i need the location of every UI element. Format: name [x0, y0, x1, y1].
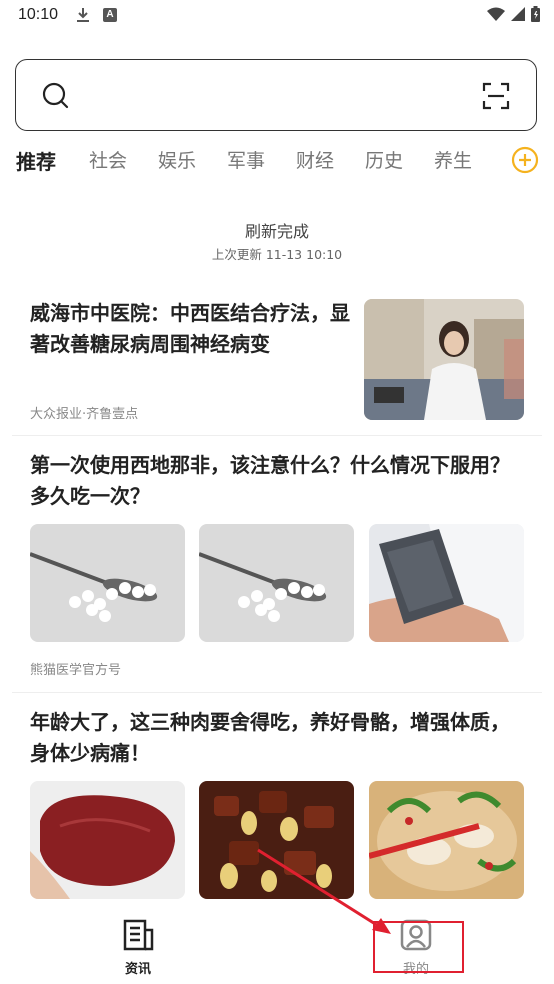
download-icon — [77, 8, 89, 22]
add-channel-icon[interactable] — [511, 146, 539, 174]
pills-spoon-image — [199, 524, 354, 642]
blood-pressure-image — [369, 524, 524, 642]
tab-history[interactable]: 历史 — [365, 146, 403, 173]
article-image[interactable] — [369, 524, 524, 642]
tab-recommend[interactable]: 推荐 — [16, 146, 56, 175]
article-thumbnail[interactable] — [364, 299, 524, 420]
nav-news[interactable]: 资讯 — [98, 918, 178, 977]
article-image[interactable] — [30, 781, 185, 899]
fish-dish-image — [369, 781, 524, 899]
divider — [12, 435, 542, 436]
tab-society[interactable]: 社会 — [89, 146, 127, 173]
article-source: 熊猫医学官方号 — [30, 663, 122, 678]
annotation-highlight-box — [373, 921, 464, 973]
tab-entertainment[interactable]: 娱乐 — [158, 146, 196, 173]
doctor-photo — [364, 299, 524, 420]
braised-meat-image — [199, 781, 354, 899]
status-bar: 10:10 A — [0, 0, 554, 32]
last-update-text: 上次更新 11-13 10:10 — [211, 247, 343, 262]
status-time: 10:10 — [18, 6, 59, 23]
article-source: 大众报业·齐鲁壹点 — [30, 407, 139, 422]
tab-military[interactable]: 军事 — [227, 146, 265, 173]
scan-icon[interactable] — [482, 82, 510, 110]
divider — [12, 692, 542, 693]
news-icon — [123, 919, 154, 951]
wifi-icon — [487, 7, 505, 21]
article-title[interactable]: 威海市中医院：中西医结合疗法，显著改善糖尿病周围神经病变 — [30, 298, 350, 360]
pills-spoon-image — [30, 524, 185, 642]
bottom-navigation: 资讯 我的 — [0, 910, 554, 984]
notification-a-icon: A — [103, 8, 117, 22]
article-image[interactable] — [30, 524, 185, 642]
search-bar[interactable] — [15, 59, 537, 131]
refresh-done-text: 刷新完成 — [244, 222, 309, 241]
article-image[interactable] — [199, 781, 354, 899]
article-title[interactable]: 第一次使用西地那非，该注意什么？什么情况下服用？多久吃一次？ — [30, 450, 520, 512]
search-icon[interactable] — [42, 82, 70, 110]
article-image[interactable] — [199, 524, 354, 642]
nav-news-label: 资讯 — [124, 962, 151, 977]
battery-icon — [531, 6, 540, 22]
article-title[interactable]: 年龄大了，这三种肉要舍得吃，养好骨骼，增强体质，身体少病痛！ — [30, 707, 520, 769]
tab-finance[interactable]: 财经 — [296, 146, 334, 173]
category-tabs: 推荐 社会 娱乐 军事 财经 历史 养生 — [0, 146, 554, 180]
raw-beef-image — [30, 781, 185, 899]
tab-health[interactable]: 养生 — [434, 146, 472, 173]
article-image[interactable] — [369, 781, 524, 899]
signal-icon — [511, 7, 525, 21]
